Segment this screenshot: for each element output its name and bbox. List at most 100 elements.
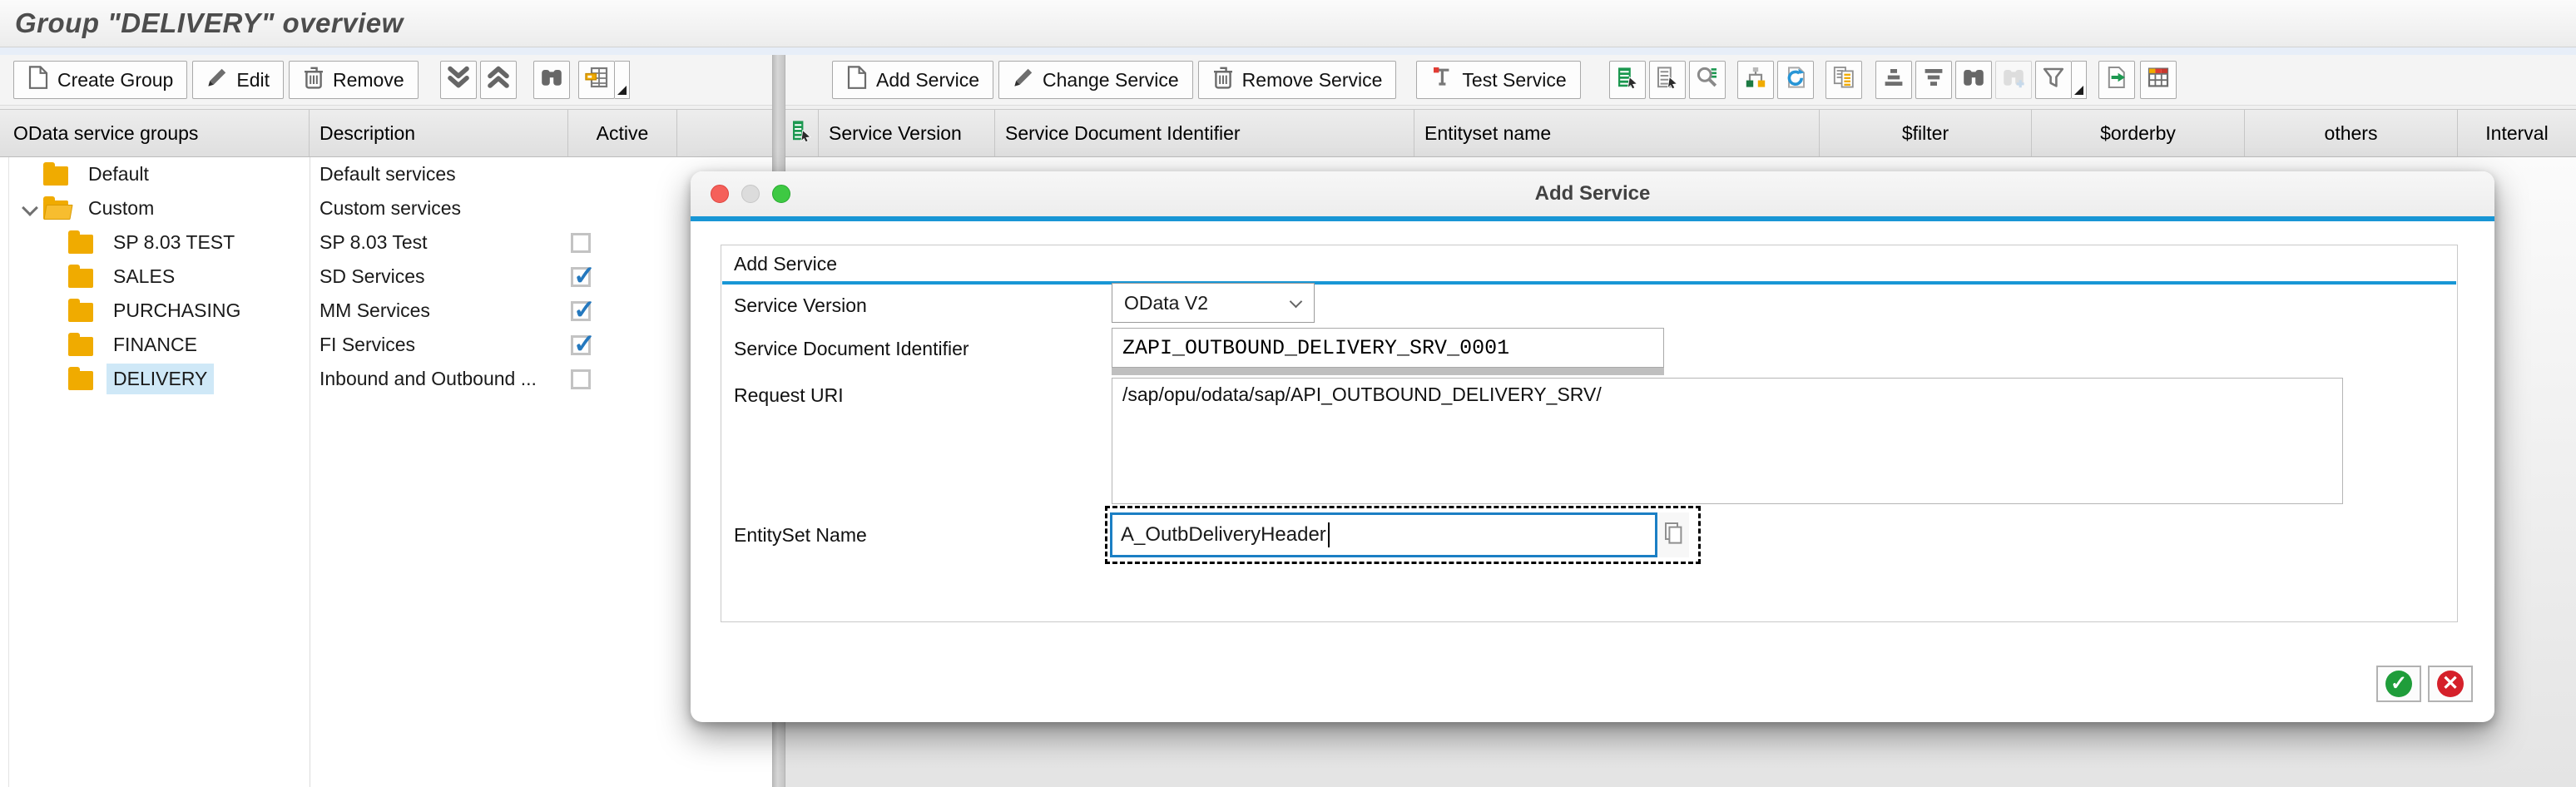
- column-header-interval[interactable]: Interval: [2458, 110, 2576, 156]
- display-list-button[interactable]: [1649, 61, 1686, 99]
- horizontal-scrollbar[interactable]: [1112, 368, 1664, 375]
- tree-row-finance[interactable]: FINANCE FI Services: [0, 328, 772, 362]
- column-header-service-document-identifier[interactable]: Service Document Identifier: [995, 110, 1414, 156]
- binoculars-icon: [1961, 67, 1986, 93]
- remove-service-button[interactable]: Remove Service: [1198, 61, 1397, 99]
- tree-row-default[interactable]: Default Default services: [0, 157, 772, 191]
- change-service-button[interactable]: Change Service: [998, 61, 1193, 99]
- add-service-button[interactable]: Add Service: [832, 61, 993, 99]
- select-column-icon: [790, 119, 814, 147]
- folder-icon: [68, 269, 93, 288]
- chevron-down-icon: [1290, 297, 1302, 309]
- active-checkbox[interactable]: [571, 267, 591, 287]
- groups-toolbar: Create Group Edit Remove: [0, 55, 772, 105]
- sort-descending-button[interactable]: [1915, 61, 1952, 99]
- tree-row-sales[interactable]: SALES SD Services: [0, 260, 772, 294]
- zoom-window-icon[interactable]: [772, 185, 790, 203]
- groupbox-title: Add Service: [734, 253, 837, 275]
- copy-button[interactable]: [1825, 61, 1862, 99]
- tree-row-purchasing[interactable]: PURCHASING MM Services: [0, 294, 772, 328]
- find-button[interactable]: [533, 61, 570, 99]
- find-button[interactable]: [1955, 61, 1992, 99]
- close-icon: ✕: [2437, 671, 2464, 697]
- folder-icon: [68, 235, 93, 254]
- minimize-window-icon[interactable]: [741, 185, 760, 203]
- screen-titlebar: Group "DELIVERY" overview: [0, 0, 2576, 47]
- group-description: SD Services: [310, 265, 568, 288]
- service-version-select[interactable]: OData V2: [1112, 283, 1315, 323]
- export-button[interactable]: [2098, 61, 2135, 99]
- group-name: DELIVERY: [107, 364, 214, 394]
- close-window-icon[interactable]: [711, 185, 729, 203]
- confirm-button[interactable]: ✓: [2376, 666, 2421, 702]
- expand-all-button[interactable]: [480, 61, 517, 99]
- pencil-icon: [206, 67, 228, 93]
- display-list-icon: [1656, 66, 1679, 94]
- value-help-button[interactable]: [1657, 512, 1689, 557]
- column-header-active[interactable]: Active: [568, 110, 677, 156]
- create-group-button[interactable]: Create Group: [13, 61, 187, 99]
- select-all-header-cell[interactable]: [785, 110, 819, 156]
- collapse-all-button[interactable]: [440, 61, 477, 99]
- tree-row-delivery[interactable]: DELIVERY Inbound and Outbound ...: [0, 362, 772, 396]
- column-header-filter[interactable]: $filter: [1820, 110, 2032, 156]
- column-header-groups[interactable]: OData service groups: [0, 110, 310, 156]
- page-title: Group "DELIVERY" overview: [15, 7, 404, 39]
- value-help-icon: [1662, 521, 1684, 550]
- entityset-name-input[interactable]: A_OutbDeliveryHeader: [1110, 512, 1657, 557]
- service-document-identifier-label: Service Document Identifier: [734, 338, 969, 360]
- group-description: SP 8.03 Test: [310, 231, 568, 254]
- services-toolbar: Add Service Change Service Remove Servic…: [785, 55, 2576, 105]
- folder-icon: [68, 371, 93, 390]
- sort-descending-icon: [1922, 66, 1945, 94]
- filter-icon: [2042, 66, 2065, 94]
- column-header-service-version[interactable]: Service Version: [819, 110, 995, 156]
- group-name: Default: [82, 159, 156, 190]
- service-version-label: Service Version: [734, 295, 867, 317]
- active-checkbox[interactable]: [571, 369, 591, 389]
- service-document-identifier-input[interactable]: [1112, 328, 1664, 368]
- request-uri-textarea[interactable]: /sap/opu/odata/sap/API_OUTBOUND_DELIVERY…: [1112, 378, 2343, 504]
- column-header-description[interactable]: Description: [310, 110, 568, 156]
- services-grid-header: Service Version Service Document Identif…: [785, 109, 2576, 157]
- filter-dropdown[interactable]: [2072, 61, 2087, 99]
- choose-layout-button[interactable]: [2140, 61, 2177, 99]
- active-checkbox[interactable]: [571, 301, 591, 321]
- details-button[interactable]: [1609, 61, 1646, 99]
- double-chevron-down-icon: [446, 66, 471, 94]
- search-list-button[interactable]: [1689, 61, 1726, 99]
- test-service-button[interactable]: Test Service: [1416, 61, 1580, 99]
- choose-layout-dropdown[interactable]: [615, 61, 630, 99]
- refresh-button[interactable]: [1777, 61, 1814, 99]
- edit-group-label: Edit: [236, 69, 270, 92]
- find-next-button[interactable]: [1995, 61, 2032, 99]
- hierarchy-button[interactable]: [1737, 61, 1774, 99]
- remove-group-button[interactable]: Remove: [289, 61, 419, 99]
- check-icon: ✓: [2385, 671, 2412, 697]
- column-header-others[interactable]: others: [2245, 110, 2458, 156]
- collapse-node-icon[interactable]: [20, 200, 43, 217]
- choose-layout-button[interactable]: [578, 61, 615, 99]
- active-checkbox[interactable]: [571, 233, 591, 253]
- sort-ascending-button[interactable]: [1875, 61, 1912, 99]
- group-name: PURCHASING: [107, 295, 247, 326]
- group-name: SALES: [107, 261, 181, 292]
- pencil-icon: [1013, 67, 1034, 93]
- add-service-label: Add Service: [876, 69, 979, 92]
- tree-row-sp803[interactable]: SP 8.03 TEST SP 8.03 Test: [0, 225, 772, 260]
- tree-row-custom[interactable]: Custom Custom services: [0, 191, 772, 225]
- group-name: FINANCE: [107, 329, 204, 360]
- active-checkbox[interactable]: [571, 335, 591, 355]
- cancel-button[interactable]: ✕: [2428, 666, 2473, 702]
- new-document-icon: [846, 66, 868, 94]
- dialog-titlebar[interactable]: Add Service: [691, 171, 2494, 216]
- trash-icon: [1212, 66, 1234, 94]
- entityset-name-label: EntitySet Name: [734, 524, 867, 547]
- hierarchy-icon: [1744, 66, 1767, 94]
- column-header-entityset-name[interactable]: Entityset name: [1414, 110, 1820, 156]
- titlebar-separator: [0, 47, 2576, 55]
- group-description: MM Services: [310, 299, 568, 322]
- filter-button[interactable]: [2035, 61, 2072, 99]
- column-header-orderby[interactable]: $orderby: [2032, 110, 2245, 156]
- edit-group-button[interactable]: Edit: [192, 61, 284, 99]
